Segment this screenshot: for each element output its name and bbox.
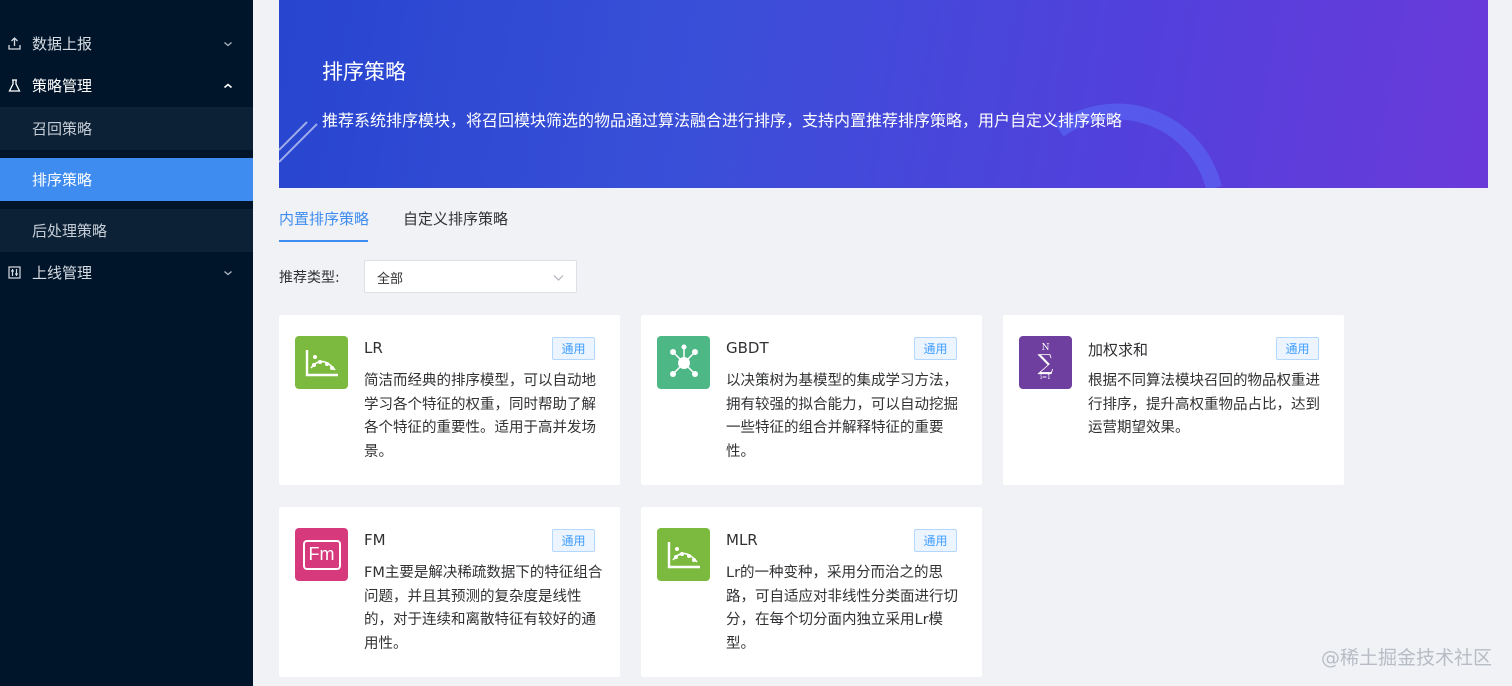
card-title: MLR [726,531,758,549]
card-title: LR [364,339,383,357]
card-title: FM [364,531,386,549]
sidebar-item-ranking-strategy[interactable]: 排序策略 [0,158,253,201]
category-badge: 通用 [552,529,595,552]
strategy-card-mlr[interactable]: MLR 通用 Lr的一种变种，采用分而治之的思路，可自适应对非线性分类面进行切分… [641,507,982,677]
sidebar: 数据上报 策略管理 召回策略 排序策略 后处理策略 上线管理 [0,0,253,686]
card-description: 根据不同算法模块召回的物品权重进行排序，提升高权重物品占比，达到运营期望效果。 [1088,373,1320,436]
sidebar-item-recall-strategy[interactable]: 召回策略 [0,107,253,150]
sidebar-item-label: 上线管理 [32,264,93,282]
tab-active-indicator [279,240,368,242]
page-description: 推荐系统排序模块，将召回模块筛选的物品通过算法融合进行排序，支持内置推荐排序策略… [322,111,1123,130]
sidebar-item-label: 排序策略 [32,171,93,189]
sigma-icon: N ∑ i=1 [1019,336,1072,389]
sidebar-item-post-processing-strategy[interactable]: 后处理策略 [0,209,253,252]
chevron-down-icon [553,275,564,281]
tab-custom-ranking[interactable]: 自定义排序策略 [403,208,508,229]
network-icon [657,336,710,389]
sidebar-item-label: 召回策略 [32,120,93,138]
chevron-down-icon [224,270,232,275]
sidebar-item-label: 策略管理 [32,77,93,95]
fm-icon: Fm [295,528,348,581]
decorative-lines-icon [279,121,318,163]
sidebar-item-label: 后处理策略 [32,222,108,240]
upload-icon [7,37,21,51]
strategy-card-fm[interactable]: Fm FM 通用 FM主要是解决稀疏数据下的特征组合问题，并且其预测的复杂度是线… [279,507,620,677]
category-badge: 通用 [1276,337,1319,360]
card-description: Lr的一种变种，采用分而治之的思路，可自适应对非线性分类面进行切分，在每个切分面… [726,565,958,652]
recommend-type-select[interactable]: 全部 [364,260,577,293]
sigma-bottom-label: i=1 [1040,374,1051,381]
chevron-up-icon [223,82,233,88]
flask-icon [7,79,21,93]
sidebar-item-label: 数据上报 [32,35,93,53]
sliders-icon [7,266,21,280]
filter-label: 推荐类型: [279,270,340,286]
page-title: 排序策略 [322,60,406,84]
sidebar-item-strategy-management[interactable]: 策略管理 [0,64,253,107]
category-badge: 通用 [552,337,595,360]
chart-icon [657,528,710,581]
strategy-card-weighted-sum[interactable]: N ∑ i=1 加权求和 通用 根据不同算法模块召回的物品权重进行排序，提升高权… [1003,315,1344,485]
sigma-symbol: ∑ [1037,351,1054,376]
strategy-card-gbdt[interactable]: GBDT 通用 以决策树为基模型的集成学习方法，拥有较强的拟合能力，可以自动挖掘… [641,315,982,485]
chevron-down-icon [224,41,232,46]
sidebar-item-data-report[interactable]: 数据上报 [0,22,253,65]
strategy-card-lr[interactable]: LR 通用 简洁而经典的排序模型，可以自动地学习各个特征的权重，同时帮助了解各个… [279,315,620,485]
watermark: @稀土掘金技术社区 [1320,647,1492,669]
category-badge: 通用 [914,529,957,552]
fm-icon-text: Fm [302,539,341,570]
chart-icon [295,336,348,389]
sidebar-item-deployment-management[interactable]: 上线管理 [0,251,253,294]
tab-builtin-ranking[interactable]: 内置排序策略 [279,208,369,229]
card-description: 以决策树为基模型的集成学习方法，拥有较强的拟合能力，可以自动挖掘一些特征的组合并… [726,373,958,460]
card-description: FM主要是解决稀疏数据下的特征组合问题，并且其预测的复杂度是线性的，对于连续和离… [364,565,603,652]
select-value: 全部 [377,272,404,287]
card-description: 简洁而经典的排序模型，可以自动地学习各个特征的权重，同时帮助了解各个特征的重要性… [364,373,596,460]
card-title: 加权求和 [1088,341,1149,359]
category-badge: 通用 [914,337,957,360]
page-banner: 排序策略 推荐系统排序模块，将召回模块筛选的物品通过算法融合进行排序，支持内置推… [279,0,1488,188]
card-title: GBDT [726,339,769,357]
